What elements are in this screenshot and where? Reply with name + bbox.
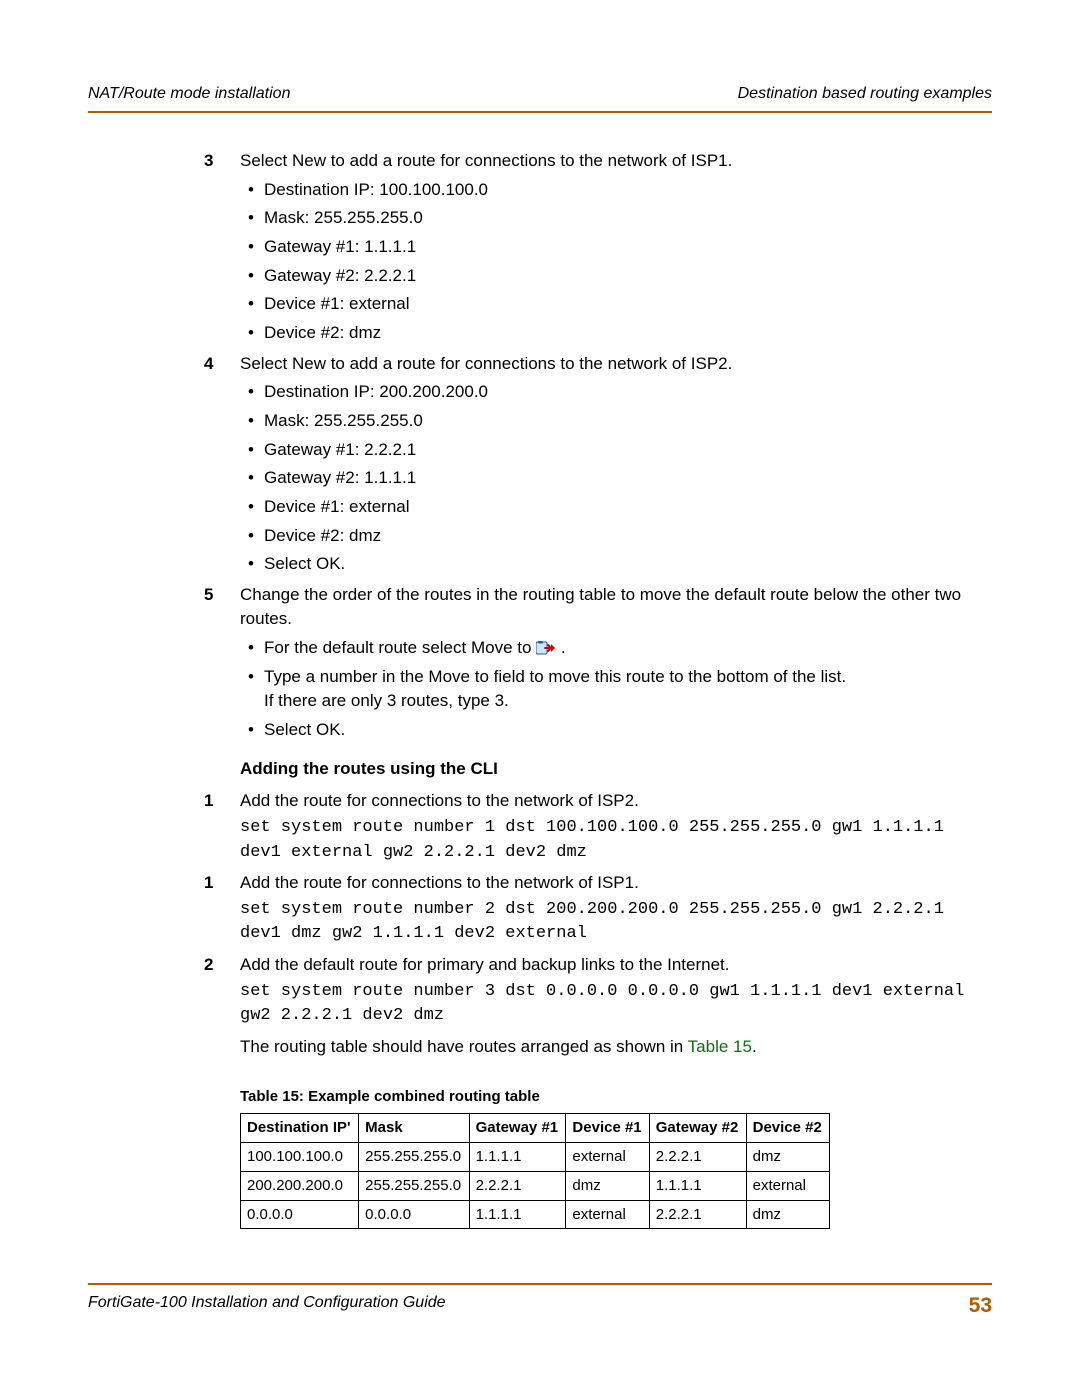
cell: 0.0.0.0 (359, 1200, 469, 1229)
step-text: Add the default route for primary and ba… (240, 953, 992, 978)
cell: 100.100.100.0 (241, 1143, 359, 1172)
cell: 2.2.2.1 (649, 1143, 746, 1172)
step-text: Select New to add a route for connection… (240, 352, 992, 377)
bullet: Gateway #2: 2.2.2.1 (264, 264, 992, 289)
cli-step-1a: 1 Add the route for connections to the n… (240, 789, 992, 865)
cell: dmz (566, 1171, 649, 1200)
step-5-bullets: For the default route select Move to . T… (240, 636, 992, 743)
bullet: Gateway #2: 1.1.1.1 (264, 466, 992, 491)
header-right: Destination based routing examples (738, 82, 992, 105)
bullet: Destination IP: 100.100.100.0 (264, 178, 992, 203)
step-3-bullets: Destination IP: 100.100.100.0 Mask: 255.… (240, 178, 992, 346)
cell: external (566, 1200, 649, 1229)
cli-step-1b: 1 Add the route for connections to the n… (240, 871, 992, 947)
bullet: Select OK. (264, 552, 992, 577)
step-text: Add the route for connections to the net… (240, 871, 992, 896)
cell: external (566, 1143, 649, 1172)
table-row: 100.100.100.0 255.255.255.0 1.1.1.1 exte… (241, 1143, 830, 1172)
col-header: Device #2 (746, 1114, 829, 1143)
step-number: 1 (204, 789, 213, 814)
col-header: Gateway #2 (649, 1114, 746, 1143)
running-footer: FortiGate-100 Installation and Configura… (88, 1283, 992, 1321)
step-3: 3 Select New to add a route for connecti… (240, 149, 992, 345)
step-4-bullets: Destination IP: 200.200.200.0 Mask: 255.… (240, 380, 992, 576)
text: The routing table should have routes arr… (240, 1037, 688, 1056)
step-text: Change the order of the routes in the ro… (240, 583, 992, 632)
cell: 2.2.2.1 (649, 1200, 746, 1229)
move-to-icon (536, 638, 556, 652)
bullet: Device #2: dmz (264, 524, 992, 549)
cell: 0.0.0.0 (241, 1200, 359, 1229)
cell: 200.200.200.0 (241, 1171, 359, 1200)
step-number: 1 (204, 871, 213, 896)
bullet-text: Type a number in the Move to field to mo… (264, 667, 846, 686)
table-row: 0.0.0.0 0.0.0.0 1.1.1.1 external 2.2.2.1… (241, 1200, 830, 1229)
step-number: 4 (204, 352, 213, 377)
step-number: 3 (204, 149, 213, 174)
col-header: Device #1 (566, 1114, 649, 1143)
step-text: Add the route for connections to the net… (240, 789, 992, 814)
cell: dmz (746, 1143, 829, 1172)
bullet: Device #1: external (264, 292, 992, 317)
cell: 255.255.255.0 (359, 1143, 469, 1172)
cli-code: set system route number 1 dst 100.100.10… (240, 816, 992, 865)
table-row: 200.200.200.0 255.255.255.0 2.2.2.1 dmz … (241, 1171, 830, 1200)
bullet-text: For the default route select Move to (264, 638, 536, 657)
cell: external (746, 1171, 829, 1200)
table-link[interactable]: Table 15 (688, 1037, 752, 1056)
bullet: Destination IP: 200.200.200.0 (264, 380, 992, 405)
table-caption: Table 15: Example combined routing table (240, 1086, 992, 1108)
col-header: Gateway #1 (469, 1114, 566, 1143)
cli-heading: Adding the routes using the CLI (240, 757, 992, 782)
cli-code: set system route number 3 dst 0.0.0.0 0.… (240, 980, 992, 1029)
cell: dmz (746, 1200, 829, 1229)
bullet: Gateway #1: 2.2.2.1 (264, 438, 992, 463)
bullet-period: . (561, 638, 566, 657)
step-number: 2 (204, 953, 213, 978)
routing-table: Destination IP' Mask Gateway #1 Device #… (240, 1113, 830, 1229)
step-5: 5 Change the order of the routes in the … (240, 583, 992, 743)
step-4: 4 Select New to add a route for connecti… (240, 352, 992, 577)
bullet: Mask: 255.255.255.0 (264, 206, 992, 231)
page-number: 53 (969, 1291, 992, 1321)
step-number: 5 (204, 583, 213, 608)
col-header: Destination IP' (241, 1114, 359, 1143)
bullet: Device #1: external (264, 495, 992, 520)
header-left: NAT/Route mode installation (88, 82, 290, 105)
bullet-move-to: For the default route select Move to . (264, 636, 992, 661)
bullet: Gateway #1: 1.1.1.1 (264, 235, 992, 260)
cell: 1.1.1.1 (649, 1171, 746, 1200)
bullet: Type a number in the Move to field to mo… (264, 665, 992, 714)
text: . (752, 1037, 757, 1056)
page: NAT/Route mode installation Destination … (0, 0, 1080, 1397)
running-header: NAT/Route mode installation Destination … (88, 82, 992, 113)
bullet-text-cont: If there are only 3 routes, type 3. (264, 691, 509, 710)
cli-step-2: 2 Add the default route for primary and … (240, 953, 992, 1060)
footer-left: FortiGate-100 Installation and Configura… (88, 1291, 446, 1321)
bullet: Mask: 255.255.255.0 (264, 409, 992, 434)
cell: 255.255.255.0 (359, 1171, 469, 1200)
bullet: Device #2: dmz (264, 321, 992, 346)
table-reference-line: The routing table should have routes arr… (240, 1035, 992, 1060)
col-header: Mask (359, 1114, 469, 1143)
step-text: Select New to add a route for connection… (240, 149, 992, 174)
cell: 1.1.1.1 (469, 1200, 566, 1229)
cli-code: set system route number 2 dst 200.200.20… (240, 898, 992, 947)
body-content: 3 Select New to add a route for connecti… (88, 113, 992, 1229)
cell: 1.1.1.1 (469, 1143, 566, 1172)
cell: 2.2.2.1 (469, 1171, 566, 1200)
table-header-row: Destination IP' Mask Gateway #1 Device #… (241, 1114, 830, 1143)
bullet: Select OK. (264, 718, 992, 743)
